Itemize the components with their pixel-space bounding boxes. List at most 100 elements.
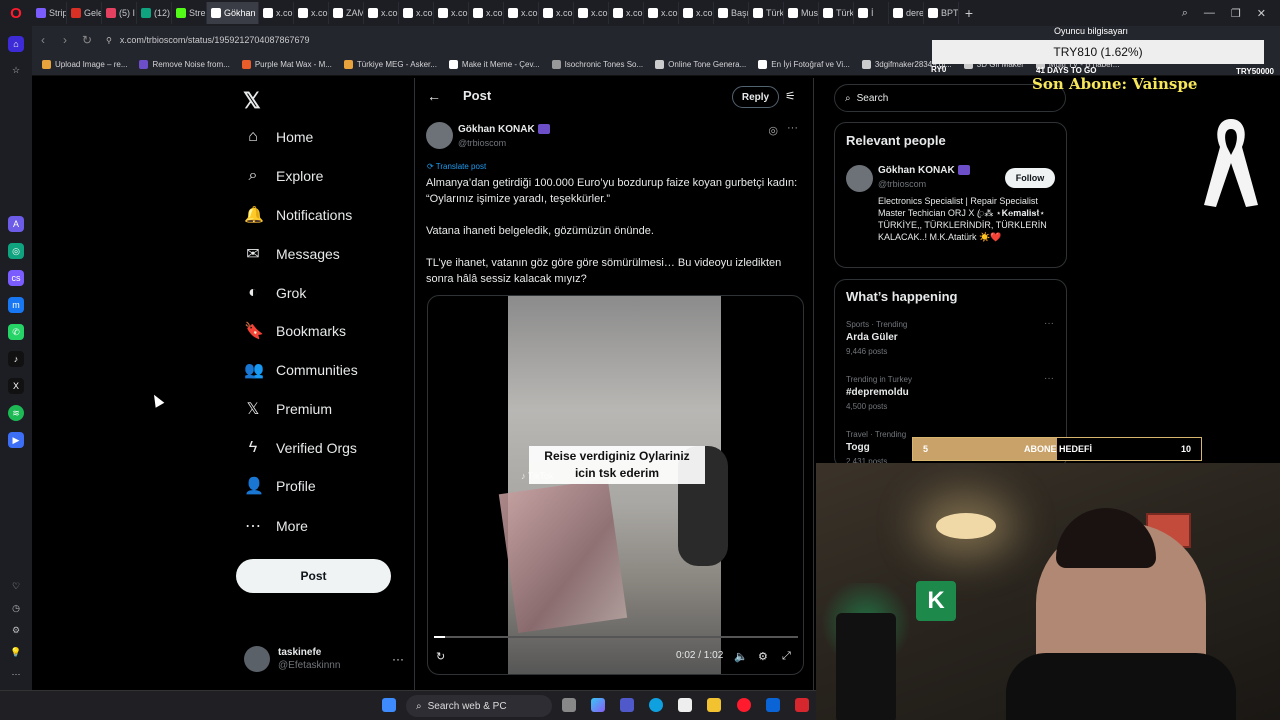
edge-icon[interactable]	[649, 698, 663, 712]
browser-tab[interactable]: x.co	[539, 2, 574, 24]
nav-item-messages[interactable]: ✉ Messages	[244, 240, 340, 268]
relevant-avatar[interactable]	[846, 165, 873, 192]
reload-icon[interactable]: ↻	[76, 33, 98, 47]
reply-button[interactable]: Reply	[732, 86, 779, 108]
url-field[interactable]: ⚲ x.com/trbioscom/status/195921270408786…	[106, 30, 310, 50]
whatsapp-icon[interactable]: ✆	[8, 324, 24, 340]
replay-icon[interactable]: ↻	[436, 650, 445, 663]
forward-nav-icon[interactable]: ›	[54, 33, 76, 47]
trend-more-icon[interactable]: ···	[1044, 373, 1054, 384]
account-switcher[interactable]: taskinefe @Efetaskinnn ···	[244, 642, 404, 676]
nav-item-notifications[interactable]: 🔔 Notifications	[244, 201, 352, 229]
task-view-icon[interactable]	[562, 698, 576, 712]
filter-icon[interactable]: ⚟	[785, 89, 796, 103]
video-player[interactable]: Reise verdiginiz Oylariniz icin tsk eder…	[427, 295, 804, 675]
author-name-link[interactable]: Gökhan KONAK	[458, 124, 550, 135]
tips-icon[interactable]: 💡	[8, 644, 24, 660]
aria-icon[interactable]: A	[8, 216, 24, 232]
browser-tab[interactable]: Türk	[749, 2, 784, 24]
browser-tab[interactable]: x.co	[679, 2, 714, 24]
taskbar-search[interactable]: ⌕ Search web & PC	[406, 695, 552, 717]
bookmark-item[interactable]: Remove Noise from...	[139, 60, 230, 69]
star-icon[interactable]: ☆	[8, 62, 24, 78]
translate-link[interactable]: ⟳ Translate post	[427, 162, 486, 171]
teams-icon[interactable]	[620, 698, 634, 712]
bookmark-item[interactable]: Türkiye MEG - Asker...	[343, 60, 437, 69]
post-compose-button[interactable]: Post	[236, 559, 391, 593]
nav-item-explore[interactable]: ⌕ Explore	[244, 162, 324, 190]
back-arrow-icon[interactable]: ←	[427, 88, 441, 104]
author-handle[interactable]: @trbioscom	[458, 138, 506, 148]
relevant-name-link[interactable]: Gökhan KONAK	[878, 165, 970, 176]
history-icon[interactable]: ◷	[8, 600, 24, 616]
browser-tab[interactable]: Başı	[714, 2, 749, 24]
browser-tab[interactable]: Gele	[67, 2, 102, 24]
bookmark-item[interactable]: Make it Meme - Çev...	[448, 60, 540, 69]
search-tabs-icon[interactable]: ⌕	[1182, 7, 1188, 20]
browser-tab[interactable]: İ	[854, 2, 889, 24]
video-settings-icon[interactable]: ⚙	[758, 650, 768, 663]
x-sidebar-icon[interactable]: X	[8, 378, 24, 394]
volume-icon[interactable]: 🔈	[734, 650, 748, 663]
new-tab-button[interactable]: +	[959, 5, 979, 21]
nav-item-verified-orgs[interactable]: ϟ Verified Orgs	[244, 434, 357, 462]
minimize-button[interactable]: —	[1204, 7, 1215, 19]
fullscreen-icon[interactable]: ⤢	[782, 650, 791, 663]
browser-tab[interactable]: (12)	[137, 2, 172, 24]
nav-item-premium[interactable]: 𝕏 Premium	[244, 395, 332, 423]
site-info-icon[interactable]: ⚲	[106, 36, 112, 45]
browser-tab[interactable]: x.co	[504, 2, 539, 24]
back-nav-icon[interactable]: ‹	[32, 33, 54, 47]
browser-tab[interactable]: Türk	[819, 2, 854, 24]
bookmark-item[interactable]: Online Tone Genera...	[655, 60, 746, 69]
close-window-button[interactable]: ✕	[1257, 7, 1266, 20]
extension-icon[interactable]: cs	[8, 270, 24, 286]
maximize-button[interactable]: ❐	[1231, 7, 1241, 20]
browser-tab[interactable]: x.co	[294, 2, 329, 24]
browser-tab[interactable]: Strip	[32, 2, 67, 24]
browser-tab[interactable]: Mus	[784, 2, 819, 24]
heart-icon[interactable]: ♡	[8, 578, 24, 594]
copilot-icon[interactable]	[591, 698, 605, 712]
browser-tab[interactable]: dere	[889, 2, 924, 24]
grok-explain-icon[interactable]: ◎	[768, 124, 778, 137]
nav-item-bookmarks[interactable]: 🔖 Bookmarks	[244, 317, 346, 345]
follow-button[interactable]: Follow	[1005, 168, 1055, 188]
bookmark-item[interactable]: Purple Mat Wax - M...	[241, 60, 332, 69]
spotify-icon[interactable]: ≋	[8, 405, 24, 421]
bookmark-item[interactable]: Isochronic Tones So...	[551, 60, 643, 69]
browser-tab[interactable]: x.co	[574, 2, 609, 24]
browser-tab[interactable]: x.co	[364, 2, 399, 24]
nav-item-more[interactable]: ⋯ More	[244, 512, 308, 540]
browser-tab[interactable]: Stre	[172, 2, 207, 24]
player-icon[interactable]: ▶	[8, 432, 24, 448]
nav-item-grok[interactable]: ◐ Grok	[244, 279, 306, 307]
relevant-handle[interactable]: @trbioscom	[878, 179, 926, 189]
tiktok-icon[interactable]: ♪	[8, 351, 24, 367]
outlook-icon[interactable]	[766, 698, 780, 712]
bookmark-item[interactable]: Upload Image – re...	[42, 60, 127, 69]
browser-tab[interactable]: x.co	[469, 2, 504, 24]
account-more-icon[interactable]: ···	[392, 652, 404, 666]
chatgpt-icon[interactable]: ◎	[8, 243, 24, 259]
bookmark-item[interactable]: En İyi Fotoğraf ve Vi...	[758, 60, 850, 69]
browser-tab[interactable]: ZAM	[329, 2, 364, 24]
x-logo-icon[interactable]: 𝕏	[243, 88, 261, 114]
video-progress-bar[interactable]	[434, 636, 798, 638]
browser-tab[interactable]: x.co	[609, 2, 644, 24]
more-sidebar-icon[interactable]: ⋯	[8, 666, 24, 682]
browser-tab[interactable]: x.co	[259, 2, 294, 24]
browser-tab[interactable]: Gökhan	[207, 2, 259, 24]
browser-tab[interactable]: x.co	[644, 2, 679, 24]
browser-tab[interactable]: (5) I	[102, 2, 137, 24]
settings-icon[interactable]: ⚙	[8, 622, 24, 638]
trend-more-icon[interactable]: ···	[1044, 318, 1054, 329]
post-more-icon[interactable]: ···	[787, 122, 798, 134]
author-avatar[interactable]	[426, 122, 453, 149]
nav-item-communities[interactable]: 👥 Communities	[244, 356, 358, 384]
opera-logo-icon[interactable]: O	[0, 0, 32, 26]
opera-taskbar-icon[interactable]	[737, 698, 751, 712]
home-speed-dial-icon[interactable]: ⌂	[8, 36, 24, 52]
browser-tab[interactable]: x.co	[434, 2, 469, 24]
messenger-icon[interactable]: m	[8, 297, 24, 313]
